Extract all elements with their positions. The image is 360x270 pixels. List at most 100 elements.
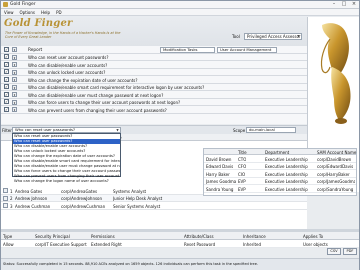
menu-help[interactable]: Help [38,10,53,15]
maximize-icon[interactable]: □ [339,1,349,8]
question-text: Who can prevent users from changing thei… [28,107,167,113]
question-row[interactable]: ✓ ▾ Who can change the expiration date o… [1,76,307,84]
close-icon[interactable]: × [349,1,359,8]
brand-logo: Gold Finger [4,18,73,29]
cell-department: Executive Leadership [265,179,308,184]
cell-principal: corp\IT Executive Support [35,242,87,247]
cell-sam: corp\JamesGoodman [317,179,355,184]
row-number: 1 [10,188,13,194]
row-expand-icon[interactable]: ▾ [12,84,17,90]
cell-permissions: Extended Right [91,242,122,247]
scope-select-value: do-main.local [249,127,275,132]
permission-row[interactable]: Allow corp\IT Executive Support Extended… [1,240,359,248]
question-row[interactable]: ✓ ▾ Who can force users to change their … [1,99,307,106]
tool-select[interactable]: Privileged Access Assessor ▼ [244,33,302,40]
question-row[interactable]: ✓ ▾ Who can disable/enable user accounts… [1,61,307,69]
tool-label: Tool [232,34,240,39]
cell-attribute: Reset Password [184,242,216,247]
brand-header: Gold Finger The Power of Knowledge, in t… [1,16,359,46]
question-text: Who can disable/enable user must change … [28,92,164,98]
question-checkbox[interactable]: ✓ [4,106,9,112]
column-header[interactable]: Attribute/Class [184,234,214,239]
permissions-header: Type Security Principal Permissions Attr… [1,232,359,240]
cell-name: Andrew Cushman [15,203,51,209]
question-text: Who can unlock locked user accounts? [28,70,106,75]
cell-department: Executive Leadership [265,186,308,192]
minimize-icon[interactable]: – [329,1,339,8]
row-number: 2 [10,196,13,201]
cell-title: Systems Analyst [113,188,147,194]
column-header[interactable]: Permissions [91,234,115,239]
question-checkbox[interactable]: ✓ [4,76,9,82]
question-text: Who can disable/enable user accounts? [28,62,108,68]
column-header[interactable]: Type [3,234,12,239]
cell-sam: corp\DavidBrown [317,156,352,162]
cell-applies-to: User objects [303,242,328,247]
report-checkbox[interactable]: ✓ [4,46,9,52]
cell-name: Andrew Johnson [15,196,48,201]
category-select-value: Modification Tasks [163,46,198,52]
cell-name: Andrea Gates [15,188,43,194]
question-text: Who can reset user account passwords? [28,55,109,60]
category-select[interactable]: Modification Tasks [160,46,215,53]
menu-options[interactable]: Options [17,10,38,15]
scope-select[interactable]: do-main.local [246,127,296,133]
question-checkbox[interactable]: ✓ [4,54,9,60]
row-index [3,188,8,193]
column-header[interactable]: Applies To [303,234,323,239]
menu-view[interactable]: View [1,10,17,15]
cell-title: Junior Help Desk Analyst [113,196,163,201]
row-expand-icon[interactable]: ▾ [12,92,17,97]
chevron-down-icon: ▼ [297,34,300,38]
filter-label: Filter [2,128,12,133]
column-header[interactable]: Inheritance [243,234,266,239]
table-row[interactable]: David Brown CTO Executive Leadership cor… [204,155,356,163]
row-expand-icon[interactable]: ▾ [12,62,17,67]
cell-title: CFO [238,164,247,169]
dropdown-option[interactable]: Who can change the logon name of user ac… [13,179,120,184]
app-window: Gold Finger – □ × View Options Help PD G… [0,0,360,270]
row-expand-icon[interactable]: ▾ [12,69,17,75]
filter-dropdown-list: Who can reset user passwords? Who can re… [12,133,121,183]
target-select[interactable]: User Account Management [217,46,277,53]
table-row[interactable]: Sandra Young EVP Executive Leadership co… [204,185,356,193]
question-text: Who can force users to change their user… [28,100,181,105]
question-checkbox[interactable]: ✓ [4,69,9,75]
csv-button[interactable]: CSV [327,248,341,255]
menu-bar: View Options Help PD [1,9,359,16]
cell-sam: corp\AndrewCushman [61,203,106,209]
question-row[interactable]: ✓ ▾ Who can prevent users from changing … [1,106,307,114]
cell-name: Harry Baker [206,171,230,177]
filter-select-value: Who can reset user passwords? [15,127,76,132]
members-grid: Title Department SAM Account Name David … [203,148,357,196]
question-row[interactable]: ✓ ▾ Who can unlock locked user accounts? [1,69,307,76]
column-header[interactable]: Security Principal [35,234,70,239]
question-row[interactable]: ✓ ▾ Who can reset user account passwords… [1,54,307,61]
cell-sam: corp\EdwardDavis [317,164,354,169]
question-checkbox[interactable]: ✓ [4,61,9,67]
cell-type: Allow [3,242,14,247]
cell-name: James Goodman [206,179,236,184]
table-row[interactable]: James Goodman EVP Executive Leadership c… [204,178,356,185]
row-expand-icon[interactable]: ▾ [12,77,17,82]
question-checkbox[interactable]: ✓ [4,99,9,105]
row-expand-icon[interactable]: ▾ [12,99,17,105]
question-checkbox[interactable]: ✓ [4,91,9,97]
title-bar: Gold Finger – □ × [1,1,359,9]
table-row[interactable]: Edward Davis CFO Executive Leadership co… [204,163,356,170]
row-expand-icon[interactable]: ▾ [12,107,17,112]
question-row[interactable]: ✓ ▾ Who can disable/enable smart card re… [1,84,307,91]
report-row: ✓ ▾ Report Modification Tasks User Accou… [1,46,307,54]
question-text: Who can disable/enable smart card requir… [28,85,205,90]
table-row[interactable]: 3 Andrew Cushman corp\AndrewCushman Seni… [1,202,307,210]
question-checkbox[interactable]: ✓ [4,84,9,90]
tool-select-value: Privileged Access Assessor [247,34,301,39]
pdf-button[interactable]: PDF [343,248,357,255]
row-expand-icon[interactable]: ▾ [12,54,17,60]
menu-pd[interactable]: PD [53,10,65,15]
table-row[interactable]: Harry Baker CIO Executive Leadership cor… [204,170,356,178]
row-expand-icon[interactable]: ▾ [12,47,17,52]
question-row[interactable]: ✓ ▾ Who can disable/enable user must cha… [1,91,307,99]
cell-sam: corp\AndrewJohnson [61,196,103,201]
export-buttons: CSV PDF [327,248,357,255]
